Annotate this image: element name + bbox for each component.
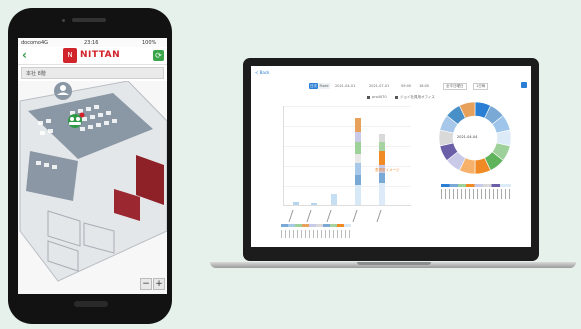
gridline (283, 146, 411, 147)
overlay-label: 表現型イメージ (375, 168, 400, 172)
carrier-label: docomo (21, 40, 41, 46)
time-to-field[interactable]: 18:00 (419, 84, 429, 88)
battery-label: 100% (142, 40, 157, 46)
laptop-notch (357, 262, 431, 265)
laptop-screen: < Back 日次 Fixed 2021-04-01 2021-07-01 09… (251, 66, 531, 247)
legend-swatch (395, 96, 398, 99)
phone-home-button[interactable] (74, 301, 108, 307)
refresh-icon[interactable]: ⟳ (153, 50, 164, 61)
export-icon[interactable] (521, 82, 527, 88)
clock-label: 23:16 (84, 40, 99, 46)
back-arrow-icon[interactable]: ‹ (22, 49, 34, 61)
legend-label: pro4070 (372, 95, 387, 99)
time-from-field[interactable]: 09:00 (401, 84, 411, 88)
minus-icon[interactable]: − (140, 278, 152, 290)
bar (331, 194, 337, 205)
date-from-field[interactable]: 2021-04-01 (335, 84, 355, 88)
phone-screen: docomo 4G 23:16 100% ‹ N NITTAN ⟳ 本社 8階 (18, 38, 167, 294)
app-header: ‹ N NITTAN ⟳ (18, 47, 167, 65)
status-bar: docomo 4G 23:16 100% (18, 38, 167, 47)
gridline (283, 106, 411, 107)
gridline (283, 166, 411, 167)
series-legend-labels (281, 230, 351, 238)
phone-speaker (72, 18, 106, 22)
gridline (283, 186, 411, 187)
brand-logo-icon: N (63, 48, 77, 63)
interval-select[interactable]: 1日毎 (473, 83, 489, 90)
donut-legend (441, 184, 511, 187)
gridline (283, 126, 411, 127)
network-label: 4G (41, 40, 49, 46)
donut-center-label: 2021-04-04 (457, 135, 478, 139)
stacked-bar (355, 118, 361, 205)
plus-icon[interactable]: + (153, 278, 165, 290)
x-axis (283, 205, 411, 206)
user-icon[interactable] (56, 84, 74, 102)
weekday-select[interactable]: 全平日曜日 (443, 83, 467, 90)
phone-camera (62, 19, 65, 22)
group-icon[interactable] (68, 114, 82, 128)
legend-swatch (367, 96, 370, 99)
legend-label: ジョイ社員用オフィス (400, 95, 435, 99)
occupancy-bar-chart (271, 106, 411, 206)
floor-selector[interactable]: 本社 8階 (21, 67, 164, 79)
donut-legend-labels (441, 189, 511, 199)
bar (293, 202, 299, 205)
series-legend (281, 224, 351, 227)
date-to-field[interactable]: 2021-07-01 (369, 84, 389, 88)
toggle-daily[interactable]: 日次 (309, 83, 318, 89)
bar (311, 203, 317, 205)
y-axis (283, 106, 284, 206)
back-link[interactable]: < Back (255, 70, 269, 75)
brand-name: NITTAN (80, 50, 121, 60)
floor-map[interactable] (18, 81, 167, 294)
toggle-fixed[interactable]: Fixed (318, 83, 330, 89)
